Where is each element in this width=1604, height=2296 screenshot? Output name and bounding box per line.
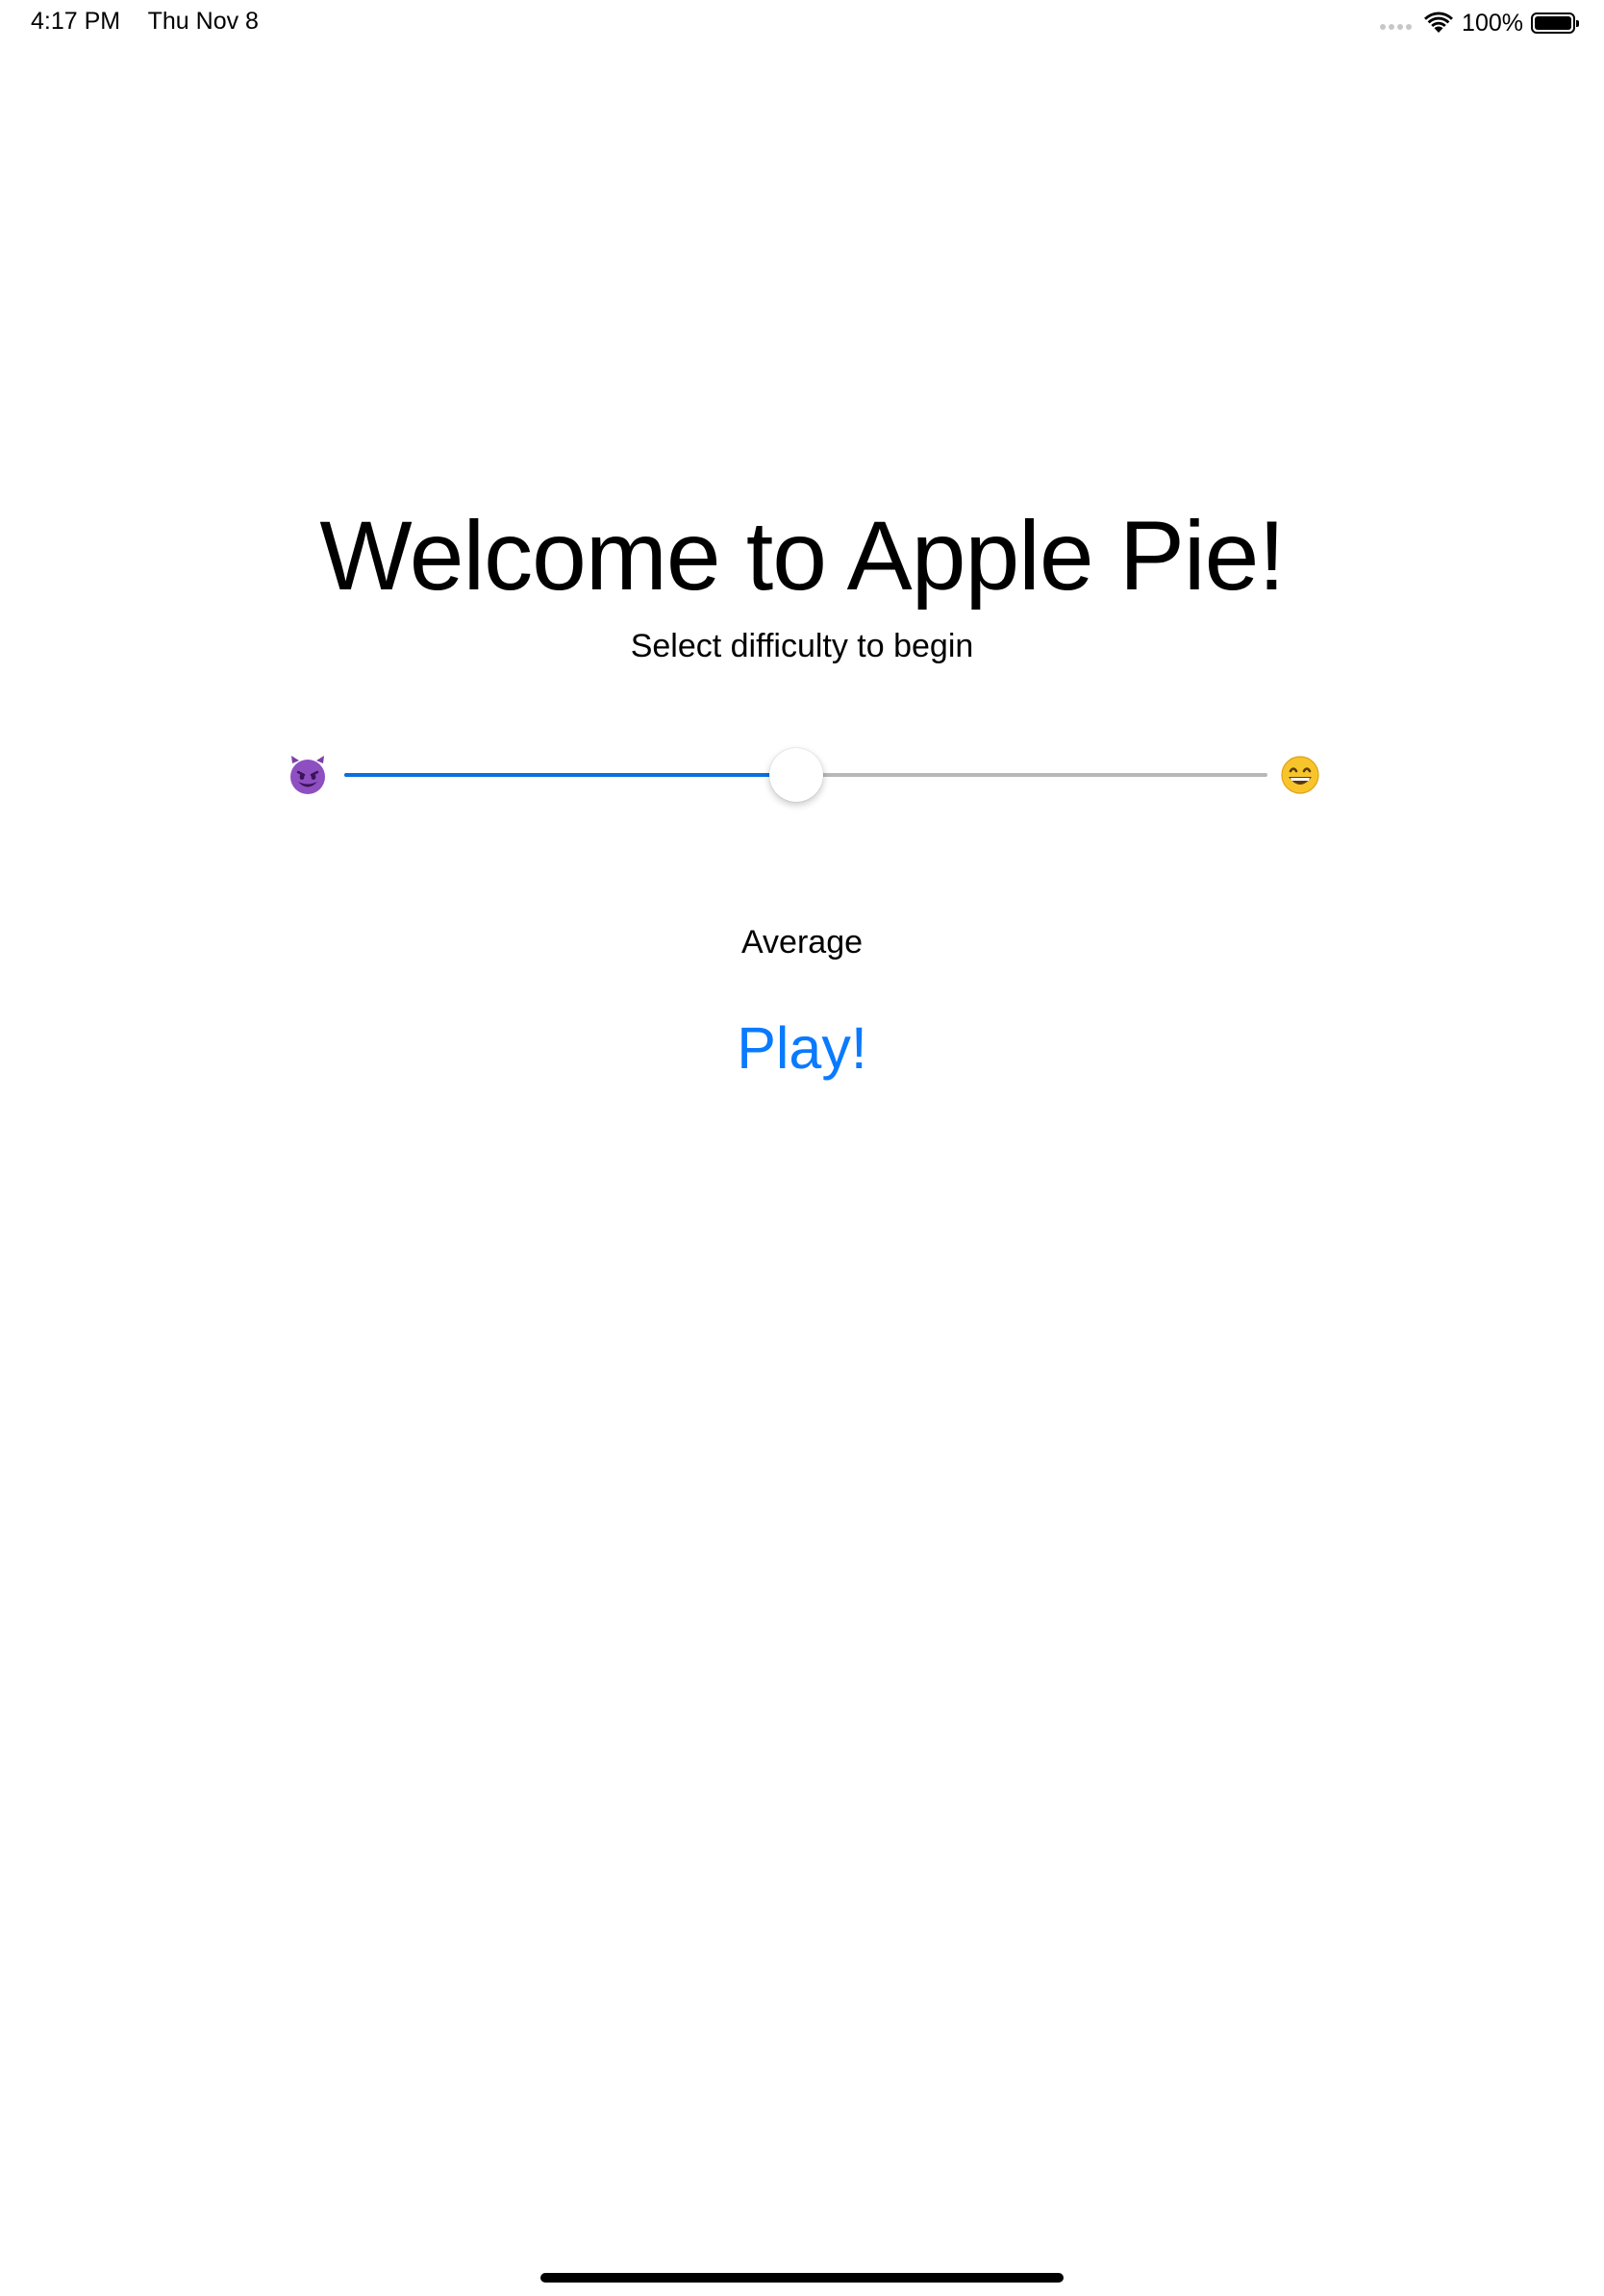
- status-time: 4:17 PM: [31, 8, 121, 35]
- smiling-devil-emoji-icon: [290, 756, 325, 794]
- home-indicator[interactable]: [540, 2273, 1064, 2283]
- subtitle: Select difficulty to begin: [630, 628, 974, 664]
- wifi-icon: [1424, 12, 1454, 33]
- status-bar: 4:17 PM Thu Nov 8 100%: [0, 0, 1604, 48]
- difficulty-label: Average: [740, 924, 864, 961]
- cellular-dots-icon: [1380, 24, 1413, 30]
- status-bar-right: 100%: [1380, 8, 1579, 38]
- battery-icon: [1531, 12, 1579, 34]
- status-bar-left: 4:17 PM Thu Nov 8: [31, 8, 259, 36]
- slider-thumb[interactable]: [769, 748, 824, 802]
- battery-fill: [1535, 16, 1571, 30]
- status-date: Thu Nov 8: [147, 8, 259, 35]
- battery-percent: 100%: [1462, 9, 1523, 37]
- page-title: Welcome to Apple Pie!: [319, 501, 1285, 611]
- play-button[interactable]: Play!: [706, 1010, 898, 1086]
- grinning-face-emoji-icon: [1281, 756, 1319, 794]
- slider-fill: [344, 773, 797, 777]
- slider-track[interactable]: [344, 748, 1267, 802]
- difficulty-slider[interactable]: [279, 746, 1327, 804]
